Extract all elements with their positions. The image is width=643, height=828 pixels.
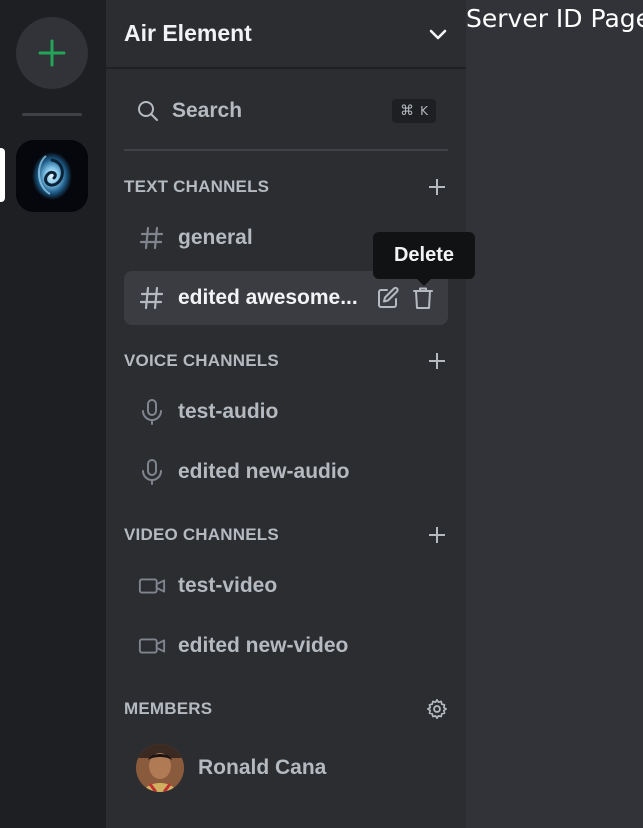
members-title: MEMBERS	[124, 699, 213, 718]
edit-icon[interactable]	[376, 286, 400, 310]
video-camera-icon	[138, 572, 166, 600]
channel-test-video[interactable]: test-video	[124, 559, 448, 613]
voice-channels-title: VOICE CHANNELS	[124, 351, 279, 370]
channel-label: edited new-video	[178, 634, 349, 657]
channel-edited-new-audio[interactable]: edited new-audio	[124, 445, 448, 499]
rail-divider	[22, 113, 82, 116]
plus-icon	[429, 353, 445, 369]
delete-tooltip: Delete	[373, 232, 475, 286]
command-key: ⌘	[400, 103, 415, 119]
gear-icon	[427, 699, 447, 719]
search-button[interactable]: Search ⌘ K	[124, 88, 448, 134]
avatar	[136, 744, 184, 792]
text-channels-header: TEXT CHANNELS	[124, 175, 448, 199]
server-header[interactable]: Air Element	[106, 0, 466, 69]
create-text-channel-button[interactable]	[426, 176, 448, 198]
channel-label: edited new-audio	[178, 460, 350, 483]
channel-test-audio[interactable]: test-audio	[124, 385, 448, 439]
server-avatar-image	[16, 140, 88, 212]
member-item[interactable]: Ronald Cana	[124, 738, 448, 798]
page-heading: Server ID Page	[466, 4, 643, 33]
shortcut-key: K	[420, 104, 428, 118]
server-rail	[0, 0, 106, 828]
members-header: MEMBERS	[124, 697, 448, 721]
search-label: Search	[172, 99, 243, 122]
create-video-channel-button[interactable]	[426, 524, 448, 546]
voice-channels-header: VOICE CHANNELS	[124, 349, 448, 373]
trash-icon[interactable]	[412, 286, 434, 310]
server-icon-air-element[interactable]	[16, 140, 88, 212]
plus-icon	[429, 527, 445, 543]
channel-edited-new-video[interactable]: edited new-video	[124, 619, 448, 673]
server-name: Air Element	[124, 20, 252, 46]
channel-sidebar: Air Element Search ⌘ K TEXT CHANNELS gen…	[106, 0, 466, 828]
video-channels-header: VIDEO CHANNELS	[124, 523, 448, 547]
channel-label: general	[178, 226, 253, 249]
plus-icon	[429, 179, 445, 195]
text-channels-title: TEXT CHANNELS	[124, 177, 270, 196]
hash-icon	[138, 284, 166, 312]
search-icon	[138, 101, 158, 121]
add-server-button[interactable]	[16, 17, 88, 89]
microphone-icon	[138, 458, 166, 486]
search-separator	[124, 149, 448, 151]
channel-label: test-video	[178, 574, 278, 597]
channel-label: test-audio	[178, 400, 279, 423]
manage-members-button[interactable]	[426, 698, 448, 720]
channel-label: edited awesome...	[178, 286, 358, 309]
channel-actions	[376, 286, 434, 310]
create-voice-channel-button[interactable]	[426, 350, 448, 372]
member-name: Ronald Cana	[198, 756, 327, 779]
video-camera-icon	[138, 632, 166, 660]
active-server-indicator	[0, 148, 5, 202]
plus-icon	[38, 39, 66, 67]
search-shortcut: ⌘ K	[392, 99, 436, 123]
microphone-icon	[138, 398, 166, 426]
channel-edited-awesome[interactable]: edited awesome...	[124, 271, 448, 325]
chevron-down-icon[interactable]	[428, 27, 448, 41]
video-channels-title: VIDEO CHANNELS	[124, 525, 279, 544]
hash-icon	[138, 224, 166, 252]
